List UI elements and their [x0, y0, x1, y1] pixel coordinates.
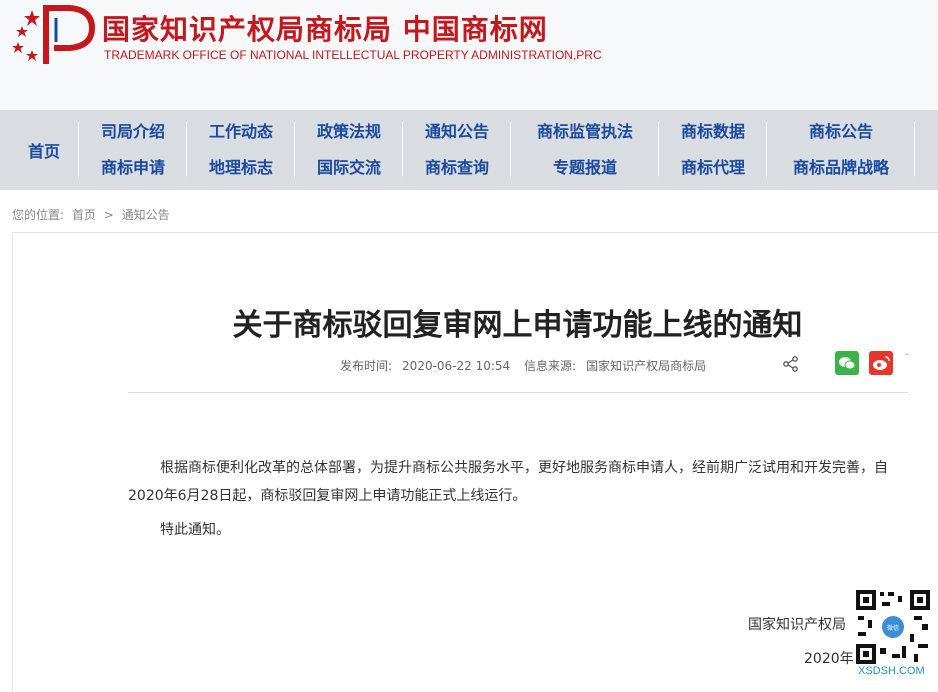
nav-home[interactable]: 首页 [0, 110, 88, 190]
nav-item-international[interactable]: 国际交流 [317, 156, 381, 180]
nav-divider [510, 122, 511, 178]
nav-column-2: 工作动态 地理标志 [198, 120, 284, 180]
svg-text:微信: 微信 [887, 624, 899, 632]
nav-column-7: 商标公告 商标品牌战略 [778, 120, 904, 180]
wechat-icon[interactable] [835, 351, 859, 375]
nav-item-trademark-announcement[interactable]: 商标公告 [809, 120, 873, 144]
source-value: 国家知识产权局商标局 [586, 359, 707, 373]
nav-column-3: 政策法规 国际交流 [306, 120, 392, 180]
nav-column-5: 商标监管执法 专题报道 [522, 120, 648, 180]
breadcrumb-separator: > [103, 208, 114, 222]
nav-divider [78, 122, 79, 178]
dash-mark: - [905, 349, 909, 360]
site-title-en: TRADEMARK OFFICE OF NATIONAL INTELLECTUA… [104, 48, 602, 62]
site-title-cn[interactable]: 国家知识产权局商标局 中国商标网 [102, 8, 548, 48]
site-header: 国家知识产权局商标局 中国商标网 TRADEMARK OFFICE OF NAT… [0, 0, 938, 110]
article-meta: 发布时间: 2020-06-22 10:54 信息来源: 国家知识产权局商标局 [340, 357, 716, 374]
divider [128, 392, 908, 393]
trademark-logo-icon[interactable] [10, 4, 98, 66]
nav-divider [658, 122, 659, 178]
source-label: 信息来源: [524, 359, 577, 373]
article-title: 关于商标驳回复审网上申请功能上线的通知 [232, 308, 803, 343]
nav-item-work-news[interactable]: 工作动态 [209, 120, 273, 144]
nav-item-geographical-indication[interactable]: 地理标志 [209, 156, 273, 180]
nav-item-trademark-search[interactable]: 商标查询 [425, 156, 489, 180]
nav-column-6: 商标数据 商标代理 [670, 120, 756, 180]
breadcrumb-current[interactable]: 通知公告 [122, 208, 170, 222]
nav-column-4: 通知公告 商标查询 [414, 120, 500, 180]
breadcrumb-home[interactable]: 首页 [72, 208, 96, 222]
qr-code-icon: 微信 [854, 588, 932, 666]
publish-label: 发布时间: [340, 359, 393, 373]
nav-divider [186, 122, 187, 178]
main-nav: 首页 司局介绍 商标申请 工作动态 地理标志 政策法规 国际交流 通知公告 商标… [0, 110, 938, 190]
watermark-label: XSDSH.COM [858, 665, 925, 677]
weibo-icon[interactable] [869, 351, 893, 375]
nav-column-1: 司局介绍 商标申请 [90, 120, 176, 180]
nav-item-notices[interactable]: 通知公告 [425, 120, 489, 144]
article-paragraph: 根据商标便利化改革的总体部署，为提升商标公共服务水平，更好地服务商标申请人，经前… [128, 460, 888, 504]
nav-item-enforcement[interactable]: 商标监管执法 [537, 120, 633, 144]
article-paragraph: 特此通知。 [160, 522, 230, 538]
nav-item-bureau-intro[interactable]: 司局介绍 [101, 120, 165, 144]
publish-time: 2020-06-22 10:54 [402, 359, 511, 373]
nav-item-trademark-data[interactable]: 商标数据 [681, 120, 745, 144]
nav-item-trademark-application[interactable]: 商标申请 [101, 156, 165, 180]
nav-divider [294, 122, 295, 178]
article-date: 2020年 [804, 651, 854, 667]
article-signature: 国家知识产权局 [748, 617, 846, 633]
nav-item-special-reports[interactable]: 专题报道 [553, 156, 617, 180]
nav-divider [766, 122, 767, 178]
breadcrumb: 您的位置: 首页 > 通知公告 [12, 206, 174, 223]
breadcrumb-label: 您的位置: [12, 208, 65, 222]
nav-divider [914, 122, 915, 178]
nav-item-trademark-agency[interactable]: 商标代理 [681, 156, 745, 180]
nav-item-policies[interactable]: 政策法规 [317, 120, 381, 144]
share-icon[interactable] [782, 355, 800, 373]
nav-item-brand-strategy[interactable]: 商标品牌战略 [793, 156, 889, 180]
nav-divider [402, 122, 403, 178]
